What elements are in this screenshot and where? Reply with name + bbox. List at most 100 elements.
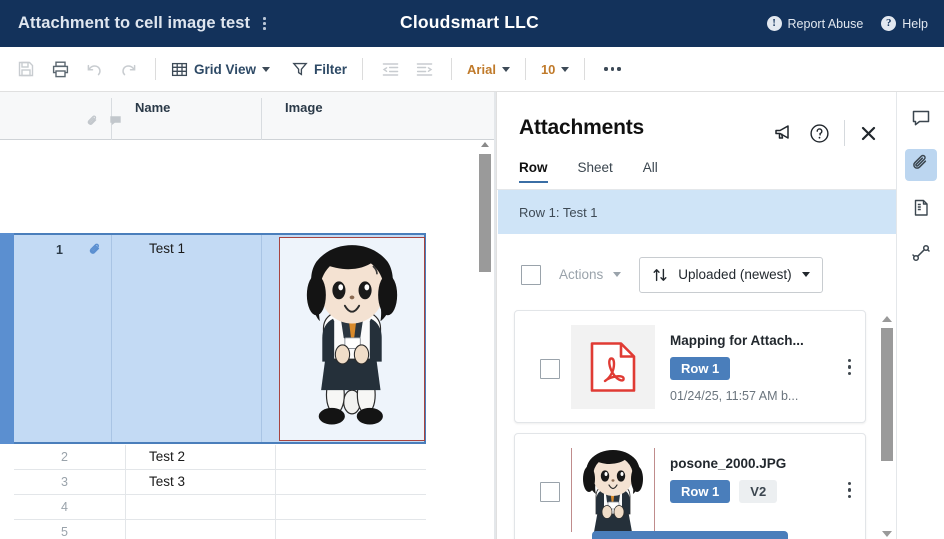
cell-image-row1[interactable]	[279, 237, 425, 441]
panel-title: Attachments	[519, 116, 644, 139]
outdent-icon[interactable]	[374, 53, 406, 85]
panel-header-actions	[773, 120, 878, 146]
attachment-checkbox[interactable]	[540, 359, 560, 379]
font-size-value: 10	[540, 61, 556, 77]
row-number: 3	[61, 475, 68, 489]
top-bar-actions: ! Report Abuse ? Help	[766, 0, 928, 47]
toolbar: Grid View Filter Arial 10	[0, 47, 944, 92]
actions-label: Actions	[559, 267, 604, 282]
view-label: Grid View	[194, 61, 257, 77]
chevron-down-icon-size	[561, 66, 570, 72]
chevron-down-icon-font	[501, 66, 510, 72]
grid-vertical-scrollbar[interactable]	[478, 140, 492, 539]
column-header-image[interactable]: Image	[285, 100, 323, 115]
table-row[interactable]: 3 Test 3	[14, 470, 426, 495]
comment-icon	[109, 114, 122, 132]
chevron-down-icon	[262, 66, 271, 72]
link-icon	[911, 243, 931, 268]
panel-primary-action-button[interactable]	[592, 531, 788, 539]
attachment-badges: Row 1	[670, 357, 731, 380]
close-icon[interactable]	[859, 124, 878, 143]
toolbar-divider-4	[524, 58, 526, 80]
row-number: 2	[61, 450, 68, 464]
scroll-down-arrow-icon[interactable]	[882, 531, 892, 537]
row-number-1: 1	[56, 243, 63, 257]
redo-icon[interactable]	[112, 53, 144, 85]
toolbar-divider-2	[362, 58, 364, 80]
undo-icon[interactable]	[78, 53, 110, 85]
print-icon[interactable]	[44, 53, 76, 85]
paperclip-icon	[911, 153, 931, 178]
help-label: Help	[902, 16, 928, 31]
attachment-menu-kebab-icon[interactable]	[847, 359, 851, 376]
cell-name[interactable]: Test 3	[149, 474, 185, 489]
attachment-card[interactable]: Mapping for Attach... Row 1 01/24/25, 11…	[514, 310, 866, 423]
badge-row-link[interactable]: Row 1	[670, 357, 731, 380]
table-row[interactable]: 2 Test 2	[14, 445, 426, 470]
badge-version[interactable]: V2	[739, 480, 778, 503]
report-abuse-button[interactable]: ! Report Abuse	[766, 16, 863, 31]
save-icon[interactable]	[10, 53, 42, 85]
more-options-icon[interactable]	[596, 53, 628, 85]
attachment-thumbnail-pdf[interactable]	[571, 325, 655, 409]
scrollbar-thumb[interactable]	[479, 154, 491, 272]
filter-button[interactable]: Filter	[288, 61, 351, 77]
attachment-name[interactable]: posone_2000.JPG	[670, 456, 786, 471]
attachments-list-scrollbar[interactable]	[881, 316, 893, 539]
rail-comments-button[interactable]	[905, 104, 937, 136]
context-row-label: Row 1: Test 1	[519, 204, 598, 220]
question-circle-icon[interactable]	[809, 123, 830, 144]
tab-all[interactable]: All	[643, 160, 658, 183]
megaphone-icon[interactable]	[773, 123, 795, 143]
alert-icon: !	[766, 16, 782, 31]
attachments-action-bar: Actions Uploaded (newest)	[497, 247, 897, 302]
sort-arrows-icon	[652, 267, 668, 283]
font-family-selector[interactable]: Arial	[463, 62, 514, 77]
attachment-checkbox[interactable]	[540, 482, 560, 502]
scroll-up-arrow-icon[interactable]	[882, 316, 892, 322]
filter-label: Filter	[314, 61, 348, 77]
badge-row-link[interactable]: Row 1	[670, 480, 731, 503]
toolbar-divider-3	[451, 58, 453, 80]
select-all-checkbox[interactable]	[521, 264, 541, 285]
chevron-down-icon-sort	[801, 272, 810, 277]
chevron-down-icon-actions	[613, 272, 622, 277]
attachments-list: Mapping for Attach... Row 1 01/24/25, 11…	[497, 305, 897, 539]
attachment-card[interactable]: posone_2000.JPG Row 1 V2	[514, 433, 866, 539]
column-header-name[interactable]: Name	[135, 100, 170, 115]
rail-proofs-button[interactable]	[905, 194, 937, 226]
attachment-menu-kebab-icon[interactable]	[847, 482, 851, 499]
document-menu-kebab-icon[interactable]	[259, 15, 270, 32]
panel-header-divider	[844, 120, 845, 146]
app-root: Attachment to cell image test Cloudsmart…	[0, 0, 944, 539]
funnel-icon	[292, 61, 308, 77]
tab-row[interactable]: Row	[519, 160, 548, 183]
font-size-selector[interactable]: 10	[537, 62, 573, 77]
attachments-panel: Attachments Row Sheet All Row 1: Test 1 …	[496, 92, 897, 539]
table-row[interactable]: 4	[14, 495, 426, 520]
cell-name-row1[interactable]: Test 1	[149, 241, 185, 256]
rail-connections-button[interactable]	[905, 239, 937, 271]
cartoon-girl-thumbnail	[583, 450, 643, 532]
attachment-name[interactable]: Mapping for Attach...	[670, 333, 804, 348]
sort-dropdown[interactable]: Uploaded (newest)	[639, 256, 823, 293]
rail-attachments-button[interactable]	[905, 149, 937, 181]
view-selector[interactable]: Grid View	[167, 61, 274, 78]
cartoon-girl-illustration	[306, 245, 398, 425]
grid-icon	[171, 61, 188, 78]
help-button[interactable]: ? Help	[881, 16, 928, 31]
tab-sheet[interactable]: Sheet	[578, 160, 613, 183]
context-row-banner: Row 1: Test 1	[498, 190, 897, 234]
grid-header-row: Name Image	[0, 92, 496, 140]
cell-name[interactable]: Test 2	[149, 449, 185, 464]
paperclip-icon-row1[interactable]	[88, 242, 102, 261]
brand-name: Cloudsmart LLC	[400, 12, 539, 32]
scroll-up-arrow-icon[interactable]	[481, 142, 489, 147]
actions-dropdown[interactable]: Actions	[559, 267, 622, 282]
top-navigation-bar: Attachment to cell image test Cloudsmart…	[0, 0, 944, 47]
help-icon: ?	[881, 16, 897, 31]
table-row[interactable]: 5	[14, 520, 426, 539]
attachment-thumbnail-image[interactable]	[571, 448, 655, 532]
indent-icon[interactable]	[408, 53, 440, 85]
scrollbar-thumb[interactable]	[881, 328, 893, 461]
